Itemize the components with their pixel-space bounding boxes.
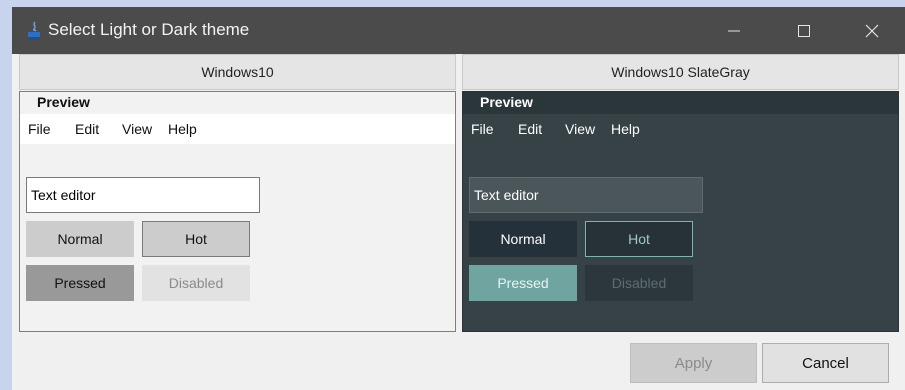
app-icon	[28, 21, 40, 40]
menu-bar: File Edit View Help	[20, 114, 455, 144]
normal-button[interactable]: Normal	[26, 221, 134, 257]
text-editor-input[interactable]: Text editor	[26, 177, 260, 213]
minimize-icon	[728, 30, 740, 31]
menu-bar: File Edit View Help	[463, 114, 898, 144]
menu-file[interactable]: File	[471, 121, 494, 137]
hot-button[interactable]: Hot	[142, 221, 250, 257]
pressed-button[interactable]: Pressed	[26, 265, 134, 301]
close-icon	[865, 24, 879, 37]
apply-button: Apply	[630, 343, 757, 383]
disabled-button: Disabled	[585, 265, 693, 301]
preview-light: Preview File Edit View Help Text editor …	[19, 91, 456, 332]
normal-button[interactable]: Normal	[469, 221, 577, 257]
menu-file[interactable]: File	[28, 121, 51, 137]
close-button[interactable]	[842, 7, 902, 54]
hot-button[interactable]: Hot	[585, 221, 693, 257]
theme-panel-windows10-slategray[interactable]: Windows10 SlateGray Preview File Edit Vi…	[462, 54, 899, 332]
pressed-button[interactable]: Pressed	[469, 265, 577, 301]
menu-view[interactable]: View	[565, 121, 595, 137]
minimize-button[interactable]	[704, 7, 764, 54]
maximize-icon	[798, 24, 810, 37]
menu-help[interactable]: Help	[611, 121, 640, 137]
menu-edit[interactable]: Edit	[518, 121, 542, 137]
theme-panel-windows10[interactable]: Windows10 Preview File Edit View Help Te…	[19, 54, 456, 332]
menu-edit[interactable]: Edit	[75, 121, 99, 137]
window-title: Select Light or Dark theme	[48, 20, 250, 39]
text-editor-input[interactable]: Text editor	[469, 177, 703, 213]
disabled-button: Disabled	[142, 265, 250, 301]
theme-header-windows10-slategray[interactable]: Windows10 SlateGray	[462, 54, 899, 90]
menu-view[interactable]: View	[122, 121, 152, 137]
theme-header-windows10[interactable]: Windows10	[19, 54, 456, 90]
preview-dark: Preview File Edit View Help Text editor …	[462, 91, 899, 332]
preview-title: Preview	[37, 94, 90, 110]
cancel-button[interactable]: Cancel	[762, 343, 889, 383]
menu-help[interactable]: Help	[168, 121, 197, 137]
preview-title: Preview	[480, 94, 533, 110]
title-bar[interactable]: Select Light or Dark theme	[12, 7, 905, 54]
maximize-button[interactable]	[774, 7, 834, 54]
